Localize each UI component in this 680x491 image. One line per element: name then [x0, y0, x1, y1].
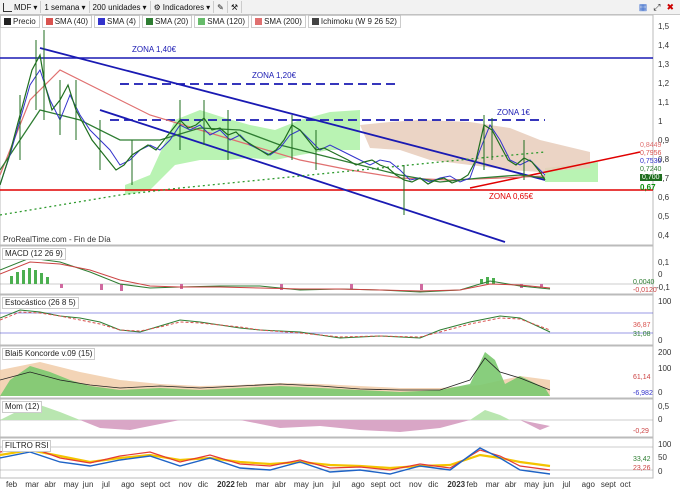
macd-axis-tick: -0,1 [656, 283, 670, 292]
macd-badge: -0,0120 [633, 287, 657, 294]
price-tick: 0,5 [658, 212, 670, 221]
stoch-panel-title[interactable]: Estocástico (26 8 5) [2, 297, 79, 309]
rsi-badge: 33,42 [633, 456, 651, 463]
time-axis-tick: abr [504, 480, 517, 489]
macd-axis-tick: 0 [658, 270, 663, 279]
koncorde-badge: 61,14 [633, 374, 651, 381]
stoch-axis-tick: 100 [658, 297, 672, 306]
time-axis-tick: ago [581, 480, 595, 489]
time-axis-tick: jun [82, 480, 94, 489]
koncorde-axis-tick: 100 [658, 364, 672, 373]
time-axis-tick: jul [101, 480, 110, 489]
rsi-axis-tick: 50 [658, 453, 667, 462]
mom-axis-tick: 0 [658, 415, 663, 424]
mom-badge: -0,29 [633, 428, 649, 435]
stoch-badge: 36,87 [633, 322, 651, 329]
label-zona-120: ZONA 1,20€ [252, 71, 297, 80]
macd-line [0, 257, 551, 293]
price-tick: 1,2 [658, 79, 670, 88]
label-zona-1: ZONA 1€ [497, 108, 530, 117]
time-axis-tick: mar [255, 480, 270, 489]
macd-panel-title[interactable]: MACD (12 26 9) [2, 248, 66, 260]
time-axis-tick: may [293, 480, 309, 489]
time-axis-tick: dic [197, 480, 209, 489]
price-tick: 1,1 [658, 98, 670, 107]
time-axis-tick: abr [274, 480, 287, 489]
macd-histogram [10, 268, 495, 284]
time-axis-tick: oct [389, 480, 401, 489]
time-axis-tick: sept [600, 480, 616, 489]
time-axis-tick: may [524, 480, 540, 489]
macd-badge: 0,0040 [633, 279, 655, 286]
macd-title-text: MACD (12 26 9) [5, 249, 63, 258]
chart-canvas[interactable] [0, 0, 680, 491]
time-axis-tick: 2022 [217, 480, 235, 489]
time-axis-tick: dic [428, 480, 439, 489]
time-axis-tick: ago [351, 480, 365, 489]
time-axis-tick: 2023 [447, 480, 466, 489]
rsi-panel-title[interactable]: FILTRO RSI [2, 440, 52, 452]
price-tick: 1,5 [658, 22, 670, 31]
koncorde-badge: -6,982 [633, 390, 653, 397]
time-axis-tick: oct [159, 480, 171, 489]
macd-panel-frame [0, 245, 654, 295]
price-badge: 0,7530 [640, 158, 662, 165]
price-badge: 0,7240 [640, 166, 662, 173]
rsi-panel-frame [0, 437, 654, 479]
time-axis-tick: jul [332, 480, 341, 489]
label-zona-140: ZONA 1,40€ [132, 45, 177, 54]
price-tick: 1,4 [658, 41, 670, 50]
price-tick: 1 [658, 117, 663, 126]
koncorde-panel-title[interactable]: Blai5 Koncorde v.09 (15) [2, 348, 96, 360]
downtrend-line-upper [39, 47, 546, 181]
rsi-title-text: FILTRO RSI [5, 441, 49, 450]
price-tick: 1,3 [658, 60, 670, 69]
source-label: ProRealTime.com - Fin de Día [3, 235, 111, 244]
mom-area-positive [0, 405, 510, 420]
macd-axis-tick: 0,1 [658, 258, 670, 267]
stoch-title-text: Estocástico (26 8 5) [5, 298, 76, 307]
time-axis-tick: jul [562, 480, 571, 489]
mom-panel-frame [0, 398, 654, 438]
time-axis-tick: oct [620, 480, 631, 489]
time-axis-tick: mar [485, 480, 500, 489]
mom-area-negative [80, 420, 550, 432]
panel-borders [0, 14, 654, 479]
time-axis-tick: ago [121, 480, 135, 489]
price-tick: 0,4 [658, 231, 670, 240]
time-axis-tick: nov [408, 480, 422, 489]
label-zona-065: ZONA 0,65€ [489, 192, 534, 201]
price-badge: 0,8449 [640, 142, 662, 149]
koncorde-title-text: Blai5 Koncorde v.09 (15) [5, 349, 93, 358]
stoch-axis-tick: 0 [658, 336, 663, 345]
rsi-axis-tick: 0 [658, 467, 663, 476]
price-badge: 0,700 [640, 174, 662, 181]
price-badge: 0,67 [640, 183, 656, 192]
rsi-badge: 23,26 [633, 465, 651, 472]
time-axis-tick: jun [313, 480, 324, 489]
stoch-badge: 31,08 [633, 331, 651, 338]
mom-title-text: Mom (12) [5, 402, 40, 411]
macd-signal-line [0, 261, 551, 292]
time-axis-tick: may [63, 480, 79, 489]
stoch-panel-frame [0, 294, 654, 346]
koncorde-axis-tick: 0 [658, 388, 663, 397]
mom-axis-tick: 0,5 [658, 402, 670, 411]
time-axis-tick: feb [6, 480, 18, 489]
time-axis-tick: jun [543, 480, 554, 489]
stoch-k-line [0, 309, 551, 339]
time-axis-tick: mar [25, 480, 39, 489]
price-tick: 0,6 [658, 193, 670, 202]
time-axis-tick: nov [178, 480, 192, 489]
price-badge: 0,7956 [640, 150, 662, 157]
mom-panel-title[interactable]: Mom (12) [2, 401, 43, 413]
time-axis-tick: sept [140, 480, 156, 489]
koncorde-axis-tick: 200 [658, 348, 672, 357]
time-axis-tick: sept [370, 480, 386, 489]
rsi-axis-tick: 100 [658, 440, 672, 449]
time-axis-tick: feb [236, 480, 248, 489]
time-axis-tick: abr [44, 480, 56, 489]
time-axis-tick: feb [466, 480, 478, 489]
